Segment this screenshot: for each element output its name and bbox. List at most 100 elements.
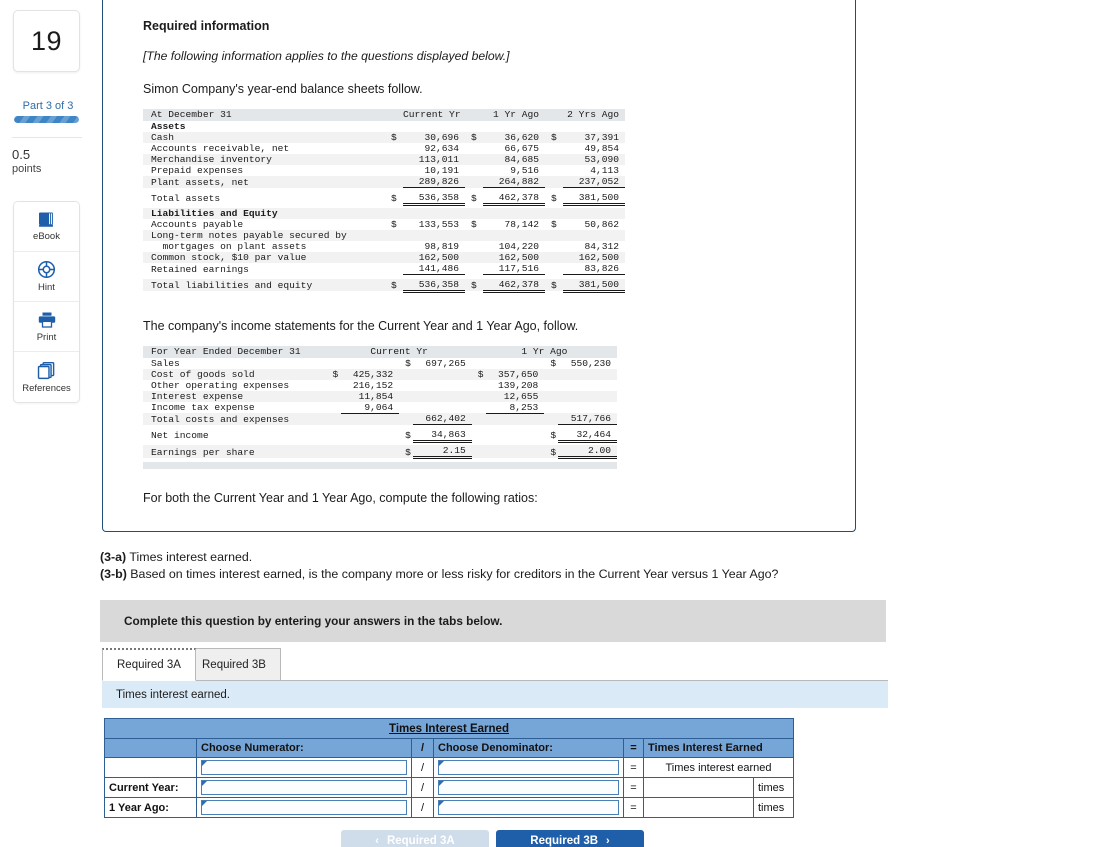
table-row: Merchandise inventory 113,011 84,685 53,… <box>143 154 625 165</box>
references-label: References <box>22 382 71 394</box>
row-value: 425,332 <box>340 368 400 380</box>
numerator-select-1[interactable] <box>201 780 407 795</box>
row-label: Accounts receivable, net <box>151 143 290 154</box>
row-value: 98,819 <box>424 241 459 252</box>
denominator-cell-2[interactable] <box>433 797 624 818</box>
header-denominator: Choose Denominator: <box>433 738 624 758</box>
row-symbol: $ <box>391 193 397 204</box>
tab-required-3a[interactable]: Required 3A <box>102 648 196 681</box>
equals-2: = <box>623 797 644 818</box>
table-row: Prepaid expenses 10,191 9,516 4,113 <box>143 165 625 176</box>
table-row: mortgages on plant assets 98,819 104,220… <box>143 241 625 252</box>
slash-1: / <box>411 777 434 798</box>
row-value: 12,655 <box>485 390 545 402</box>
row-label: Total liabilities and equity <box>143 278 385 291</box>
row-value: 92,634 <box>424 143 459 154</box>
row-value: 84,312 <box>584 241 619 252</box>
row-symbol: $ <box>465 132 483 143</box>
slash-0: / <box>411 757 434 778</box>
row-value: 104,220 <box>498 241 539 252</box>
numerator-cell-1[interactable] <box>196 777 412 798</box>
row-value: 133,553 <box>418 219 459 230</box>
row-value: 264,882 <box>483 176 545 188</box>
row-value: 113,011 <box>403 154 465 165</box>
row-label: Earnings per share <box>143 445 327 458</box>
denominator-cell-0[interactable] <box>433 757 624 778</box>
row-value: 662,402 <box>413 413 472 425</box>
print-button[interactable]: Print <box>14 302 79 352</box>
numerator-cell-2[interactable] <box>196 797 412 818</box>
is-col-period: For Year Ended December 31 <box>143 345 327 358</box>
ebook-button[interactable]: eBook <box>14 202 79 252</box>
row-label: mortgages on plant assets <box>151 241 307 252</box>
result-value-2[interactable] <box>643 797 754 818</box>
table-row: Accounts payable $ 133,553 $ 78,142 $ 50… <box>143 219 625 230</box>
unit-1: times <box>753 777 794 798</box>
row-value: 517,766 <box>558 413 617 425</box>
part-label: Part 3 of 3 <box>22 100 74 112</box>
denominator-select-2[interactable] <box>438 800 619 815</box>
references-button[interactable]: References <box>14 352 79 402</box>
table-row-total: Total assets $ 536,358 $ 462,378 $ 381,5… <box>143 191 625 206</box>
row-symbol: $ <box>385 278 403 291</box>
row-symbol <box>545 165 563 176</box>
row-value: 381,500 <box>563 191 625 206</box>
denominator-select-0[interactable] <box>438 760 619 775</box>
prev-button-label: Required 3A <box>386 834 455 847</box>
row-label-0 <box>104 757 197 778</box>
row-value: 237,052 <box>563 176 625 188</box>
denominator-cell-1[interactable] <box>433 777 624 798</box>
row-label: Total assets <box>151 193 221 204</box>
row-value: 84,685 <box>483 154 545 165</box>
numerator-select-2[interactable] <box>201 800 407 815</box>
answer-table: Times Interest Earned Choose Numerator: … <box>104 718 794 818</box>
table-header-row: At December 31 Current Yr 1 Yr Ago 2 Yrs… <box>143 109 625 121</box>
required-information-card: Required information [The following info… <box>102 0 856 532</box>
header-slash: / <box>411 738 434 758</box>
result-value-1[interactable] <box>643 777 754 798</box>
table-row: Sales $ 697,265 $ 550,230 <box>143 358 617 369</box>
chevron-right-icon: › <box>606 834 610 847</box>
table-row: Income tax expense 9,064 8,253 <box>143 401 617 414</box>
table-row-total: Net income $ 34,863 $ 32,464 <box>143 428 617 443</box>
row-symbol <box>545 252 563 263</box>
row-symbol <box>545 143 563 154</box>
row-label: Common stock, $10 par value <box>143 252 385 263</box>
prev-required-3a-button[interactable]: ‹ Required 3A <box>341 830 489 847</box>
row-value: 462,378 <box>483 278 545 293</box>
row-symbol <box>327 380 341 391</box>
row-value: 9,064 <box>340 401 400 414</box>
row-symbol <box>545 263 563 275</box>
income-statement-table: For Year Ended December 31 Current Yr 1 … <box>143 345 617 469</box>
tab-strip: Required 3A Required 3B <box>102 648 888 681</box>
hint-button[interactable]: Hint <box>14 252 79 302</box>
row-symbol: $ <box>471 219 477 230</box>
row-symbol <box>465 154 483 165</box>
table-row: Cost of goods sold $ 425,332 $ 357,650 <box>143 368 617 380</box>
unit-2: times <box>753 797 794 818</box>
denominator-select-1[interactable] <box>438 780 619 795</box>
tab-prompt-banner: Times interest earned. <box>102 681 888 708</box>
row-symbol <box>544 413 559 425</box>
row-symbol: $ <box>465 278 483 291</box>
row-label: Cash <box>143 132 385 143</box>
table-header-row: For Year Ended December 31 Current Yr 1 … <box>143 345 617 358</box>
assets-section-label: Assets <box>151 121 186 132</box>
answer-table-title-row: Times Interest Earned <box>104 718 794 739</box>
printer-icon <box>37 311 57 329</box>
numerator-cell-0[interactable] <box>196 757 412 778</box>
row-value: 289,826 <box>403 176 465 188</box>
row-value: 83,826 <box>563 263 625 275</box>
next-required-3b-button[interactable]: Required 3B › <box>496 830 644 847</box>
table-row-total: Earnings per share $ 2.15 $ 2.00 <box>143 445 617 459</box>
row-value: 53,090 <box>563 154 625 165</box>
bs-col-1yr: 1 Yr Ago <box>483 109 545 121</box>
numerator-select-0[interactable] <box>201 760 407 775</box>
table-row: Accounts receivable, net 92,634 66,675 4… <box>143 143 625 154</box>
bs-col-current: Current Yr <box>403 109 465 121</box>
tab-required-3b[interactable]: Required 3B <box>187 648 281 681</box>
table-row: Assets <box>143 121 625 132</box>
row-label: Total costs and expenses <box>143 413 327 425</box>
left-rail: 19 Part 3 of 3 0.5 points eBook Hint Pri… <box>0 0 96 847</box>
row-value: 2.00 <box>558 445 617 459</box>
